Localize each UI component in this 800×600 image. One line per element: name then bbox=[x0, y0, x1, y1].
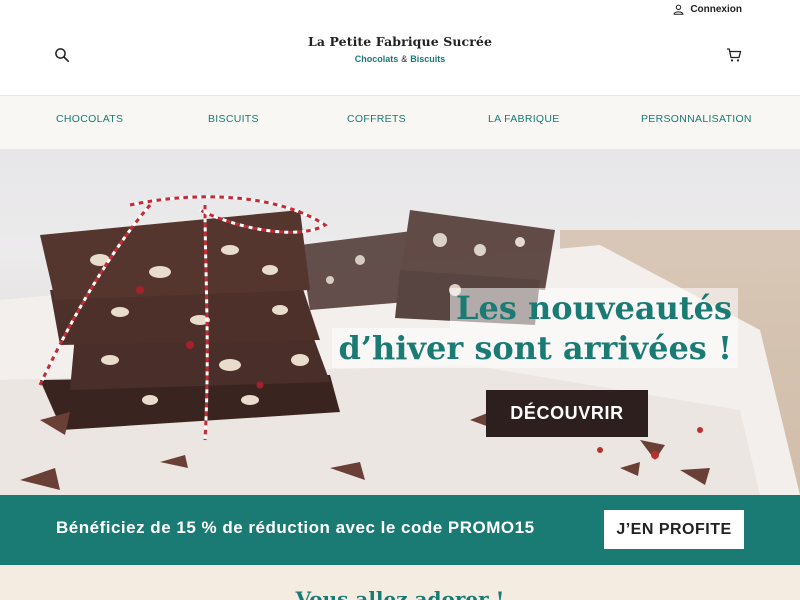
brand-name: La Petite Fabrique Sucrée bbox=[307, 34, 493, 49]
promo-banner: Bénéficiez de 15 % de réduction avec le … bbox=[0, 495, 800, 565]
tagline-biscuits: Biscuits bbox=[410, 54, 446, 64]
nav-item-chocolats[interactable]: CHOCOLATS bbox=[56, 113, 123, 125]
nav-item-biscuits[interactable]: BISCUITS bbox=[208, 113, 259, 125]
featured-section: Vous allez adorer ! bbox=[0, 565, 800, 600]
login-link[interactable]: Connexion bbox=[673, 4, 742, 15]
hero-title: Les nouveautés d’hiver sont arrivées ! bbox=[332, 288, 738, 368]
user-icon bbox=[673, 4, 684, 15]
brand-tagline: Chocolats & Biscuits bbox=[0, 54, 800, 64]
promo-cta-button[interactable]: J’EN PROFITE bbox=[604, 510, 744, 549]
site-header: Connexion La Petite Fabrique Sucrée Choc… bbox=[0, 0, 800, 95]
section-title: Vous allez adorer ! bbox=[295, 587, 505, 600]
hero-banner: Les nouveautés d’hiver sont arrivées ! D… bbox=[0, 150, 800, 495]
promo-text: Bénéficiez de 15 % de réduction avec le … bbox=[56, 518, 535, 537]
discover-button[interactable]: DÉCOUVRIR bbox=[486, 390, 648, 437]
nav-item-personnalisation[interactable]: PERSONNALISATION bbox=[641, 113, 752, 125]
tagline-ampersand: & bbox=[401, 54, 408, 64]
brand-logo[interactable]: La Petite Fabrique Sucrée Chocolats & Bisc… bbox=[0, 34, 800, 64]
hero-title-line-2: d’hiver sont arrivées ! bbox=[332, 328, 738, 368]
login-label: Connexion bbox=[690, 4, 742, 15]
nav-item-coffrets[interactable]: COFFRETS bbox=[347, 113, 406, 125]
main-navigation: CHOCOLATS BISCUITS COFFRETS LA FABRIQUE … bbox=[0, 95, 800, 150]
cart-icon[interactable] bbox=[726, 47, 742, 63]
tagline-chocolats: Chocolats bbox=[354, 54, 399, 64]
nav-item-la-fabrique[interactable]: LA FABRIQUE bbox=[488, 113, 560, 125]
hero-title-line-1: Les nouveautés bbox=[450, 288, 738, 328]
